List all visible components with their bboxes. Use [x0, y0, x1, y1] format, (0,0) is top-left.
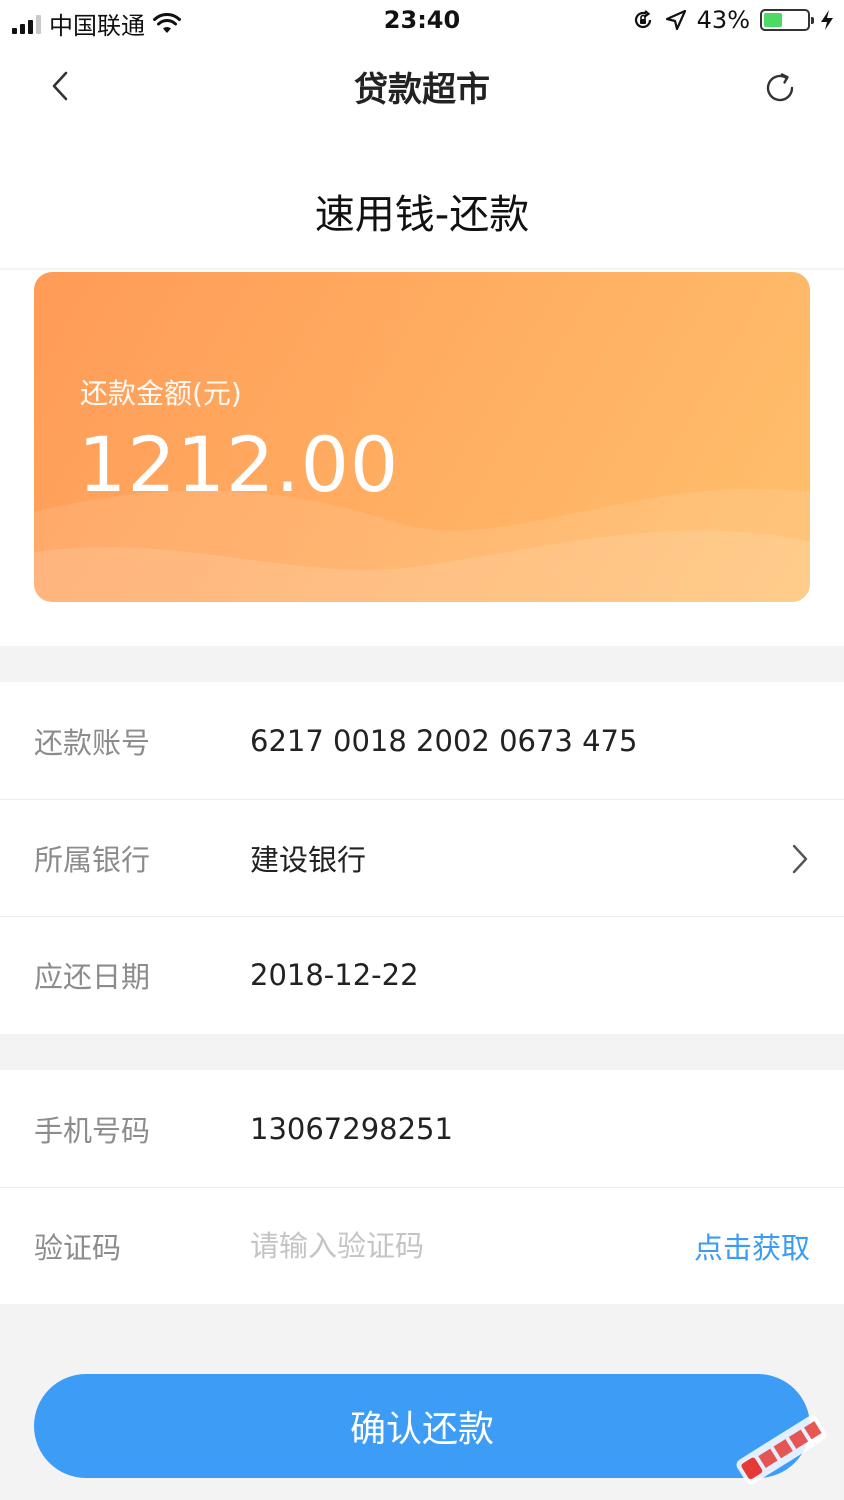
bank-row[interactable]: 所属银行 建设银行	[0, 799, 844, 916]
refresh-button[interactable]	[760, 68, 800, 108]
account-number-value: 6217 0018 2002 0673 475	[250, 723, 638, 758]
account-info-group: 还款账号 6217 0018 2002 0673 475 所属银行 建设银行 应…	[0, 682, 844, 1034]
carrier-name: 中国联通	[49, 12, 145, 40]
amount-value: 1212.00	[78, 420, 400, 509]
refresh-icon	[766, 73, 794, 102]
confirm-repayment-button[interactable]: 确认还款	[34, 1374, 810, 1478]
back-button[interactable]	[40, 66, 80, 106]
nav-title: 贷款超市	[354, 70, 490, 110]
get-code-button[interactable]: 点击获取	[694, 1225, 810, 1267]
bank-label: 所属银行	[34, 842, 151, 877]
divider	[0, 268, 844, 270]
account-number-row: 还款账号 6217 0018 2002 0673 475	[0, 682, 844, 799]
chevron-right-icon	[792, 844, 808, 874]
status-right: 43%	[631, 6, 834, 34]
account-number-label: 还款账号	[34, 725, 151, 760]
phone-label: 手机号码	[34, 1113, 151, 1148]
due-date-row: 应还日期 2018-12-22	[0, 916, 844, 1033]
verification-code-label: 验证码	[34, 1230, 122, 1265]
due-date-value: 2018-12-22	[250, 957, 419, 992]
verification-group: 手机号码 13067298251 验证码 点击获取	[0, 1070, 844, 1304]
battery-level	[764, 13, 783, 27]
charging-bolt-icon	[821, 10, 833, 30]
orientation-lock-icon	[634, 10, 651, 29]
due-date-label: 应还日期	[34, 959, 151, 994]
battery-percent: 43%	[696, 6, 750, 34]
phone-row: 手机号码 13067298251	[0, 1070, 844, 1187]
battery-icon	[760, 9, 814, 31]
location-arrow-icon	[665, 9, 686, 31]
phone-value: 13067298251	[250, 1111, 453, 1146]
kanong-community-watermark-logo	[736, 1415, 827, 1485]
verification-code-row: 验证码 点击获取	[0, 1187, 844, 1304]
repayment-summary: 速用钱-还款 还款金额(元) 1212.00	[0, 130, 844, 646]
chevron-left-icon	[52, 71, 68, 101]
wifi-icon	[153, 12, 181, 33]
amount-label: 还款金额(元)	[80, 377, 242, 410]
status-bar: 中国联通 23:40 43%	[0, 0, 844, 44]
nav-bar: 贷款超市	[0, 44, 844, 130]
signal-strength-icon	[12, 14, 41, 34]
repayment-page: 中国联通 23:40 43% 贷款超市 速用钱-还款 还款金额(元) 1212.…	[0, 0, 844, 1500]
status-left: 中国联通	[12, 6, 181, 41]
amount-card: 还款金额(元) 1212.00	[34, 272, 810, 602]
page-title: 速用钱-还款	[314, 192, 530, 238]
verification-code-input[interactable]	[250, 1220, 650, 1271]
bank-value: 建设银行	[250, 842, 367, 877]
